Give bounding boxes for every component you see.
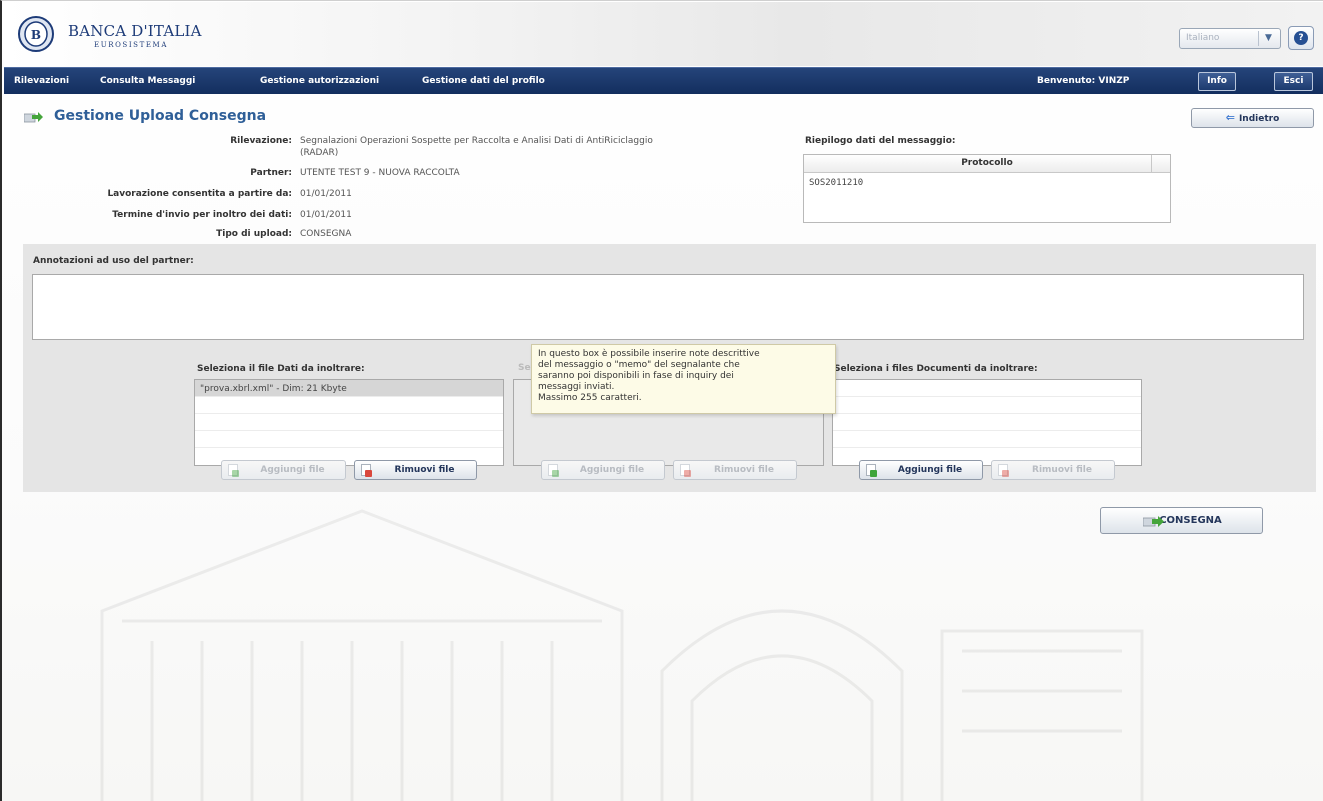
- list-item-empty[interactable]: [195, 414, 503, 431]
- add-file-icon: [228, 464, 239, 477]
- back-button[interactable]: ⇐ Indietro: [1191, 108, 1314, 128]
- file-dati-label: Seleziona il file Dati da inoltrare:: [197, 364, 365, 374]
- add-file-middle-button: Aggiungi file: [541, 460, 665, 480]
- header: B BANCA D'ITALIA EUROSISTEMA Italiano ▼ …: [4, 2, 1323, 66]
- list-item-empty[interactable]: [833, 397, 1141, 414]
- file-documenti-label: Seleziona i files Documenti da inoltrare…: [834, 364, 1038, 374]
- back-button-label: Indietro: [1238, 114, 1280, 124]
- column-separator: [1151, 155, 1152, 172]
- rilevazione-value: Segnalazioni Operazioni Sospette per Rac…: [300, 136, 653, 146]
- add-file-label: Aggiungi file: [897, 465, 963, 475]
- rilevazione-label: Rilevazione:: [230, 136, 292, 146]
- remove-file-icon: [998, 464, 1009, 477]
- remove-file-label: Rimuovi file: [394, 465, 455, 475]
- bank-subtitle: EUROSISTEMA: [94, 41, 168, 49]
- tipo-upload-label: Tipo di upload:: [216, 229, 292, 239]
- protocollo-column-header[interactable]: Protocollo: [804, 155, 1170, 173]
- partner-label: Partner:: [250, 168, 292, 178]
- list-item-empty[interactable]: [833, 414, 1141, 431]
- remove-file-documenti-button: Rimuovi file: [991, 460, 1115, 480]
- add-file-icon: [866, 464, 877, 477]
- remove-file-label: Rimuovi file: [714, 465, 774, 475]
- tooltip-line: In questo box è possibile inserire note …: [538, 349, 760, 359]
- lavorazione-value: 01/01/2011: [300, 189, 352, 199]
- remove-file-dati-button[interactable]: Rimuovi file: [354, 460, 477, 480]
- protocollo-header-label: Protocollo: [961, 158, 1013, 168]
- application-frame: B BANCA D'ITALIA EUROSISTEMA Italiano ▼ …: [0, 0, 1323, 801]
- add-file-label: Aggiungi file: [579, 465, 645, 475]
- consegna-button[interactable]: CONSEGNA: [1100, 507, 1263, 534]
- svg-text:B: B: [31, 28, 41, 42]
- remove-file-label: Rimuovi file: [1032, 465, 1092, 475]
- main-navbar: Rilevazioni Consulta Messaggi Gestione a…: [4, 67, 1323, 94]
- nav-item-gestione-autorizzazioni[interactable]: Gestione autorizzazioni: [260, 76, 379, 86]
- remove-file-icon: [680, 464, 691, 477]
- protocollo-table: Protocollo SOS2011210: [803, 154, 1171, 223]
- list-item-empty[interactable]: [833, 431, 1141, 448]
- list-item[interactable]: "prova.xbrl.xml" - Dim: 21 Kbyte: [195, 380, 503, 397]
- list-item-empty[interactable]: [195, 431, 503, 448]
- rilevazione-value-cont: (RADAR): [300, 148, 339, 158]
- file-dati-list[interactable]: "prova.xbrl.xml" - Dim: 21 Kbyte: [194, 379, 504, 466]
- upload-arrow-icon: [1143, 516, 1164, 527]
- welcome-user: Benvenuto: VINZP: [1037, 76, 1130, 86]
- annotazioni-textarea[interactable]: [32, 274, 1304, 340]
- add-file-label: Aggiungi file: [260, 465, 325, 475]
- tooltip-line: saranno poi disponibili in fase di inqui…: [538, 371, 734, 381]
- chevron-down-icon: ▼: [1258, 31, 1278, 46]
- upload-arrow-icon: [24, 112, 43, 123]
- question-icon: ?: [1294, 31, 1308, 45]
- riepilogo-label: Riepilogo dati del messaggio:: [805, 136, 956, 146]
- nav-item-gestione-dati-profilo[interactable]: Gestione dati del profilo: [422, 76, 545, 86]
- termine-value: 01/01/2011: [300, 210, 352, 220]
- lavorazione-label: Lavorazione consentita a partire da:: [107, 189, 292, 199]
- bank-name: BANCA D'ITALIA: [68, 22, 202, 40]
- bank-emblem-icon: B: [18, 16, 54, 52]
- language-value: Italiano: [1186, 33, 1220, 43]
- remove-file-icon: [361, 464, 372, 477]
- add-file-icon: [548, 464, 559, 477]
- protocollo-cell: SOS2011210: [809, 178, 864, 188]
- tooltip-line: del messaggio o "memo" del segnalante ch…: [538, 360, 740, 370]
- annotazioni-label: Annotazioni ad uso del partner:: [33, 256, 194, 266]
- tipo-upload-value: CONSEGNA: [300, 229, 352, 239]
- page-title: Gestione Upload Consegna: [54, 108, 267, 124]
- middle-list-label: Se: [518, 363, 531, 373]
- nav-item-rilevazioni[interactable]: Rilevazioni: [14, 76, 69, 86]
- tooltip-line: Massimo 255 caratteri.: [538, 393, 642, 403]
- list-item-empty[interactable]: [833, 380, 1141, 397]
- info-button[interactable]: Info: [1198, 72, 1236, 91]
- tooltip-line: messaggi inviati.: [538, 382, 615, 392]
- help-button[interactable]: ?: [1288, 26, 1314, 50]
- add-file-dati-button[interactable]: Aggiungi file: [221, 460, 346, 480]
- remove-file-middle-button: Rimuovi file: [673, 460, 797, 480]
- partner-value: UTENTE TEST 9 - NUOVA RACCOLTA: [300, 168, 460, 178]
- termine-label: Termine d'invio per inoltro dei dati:: [112, 210, 292, 220]
- nav-item-consulta-messaggi[interactable]: Consulta Messaggi: [100, 76, 195, 86]
- exit-button[interactable]: Esci: [1274, 72, 1313, 91]
- language-select[interactable]: Italiano ▼: [1179, 28, 1281, 49]
- building-watermark: [100, 509, 1144, 801]
- add-file-documenti-button[interactable]: Aggiungi file: [859, 460, 983, 480]
- file-documenti-list[interactable]: [832, 379, 1142, 466]
- list-item-empty[interactable]: [195, 397, 503, 414]
- consegna-label: CONSEGNA: [1159, 515, 1222, 526]
- back-arrow-icon: ⇐: [1225, 111, 1235, 124]
- annotazioni-tooltip: In questo box è possibile inserire note …: [531, 344, 836, 414]
